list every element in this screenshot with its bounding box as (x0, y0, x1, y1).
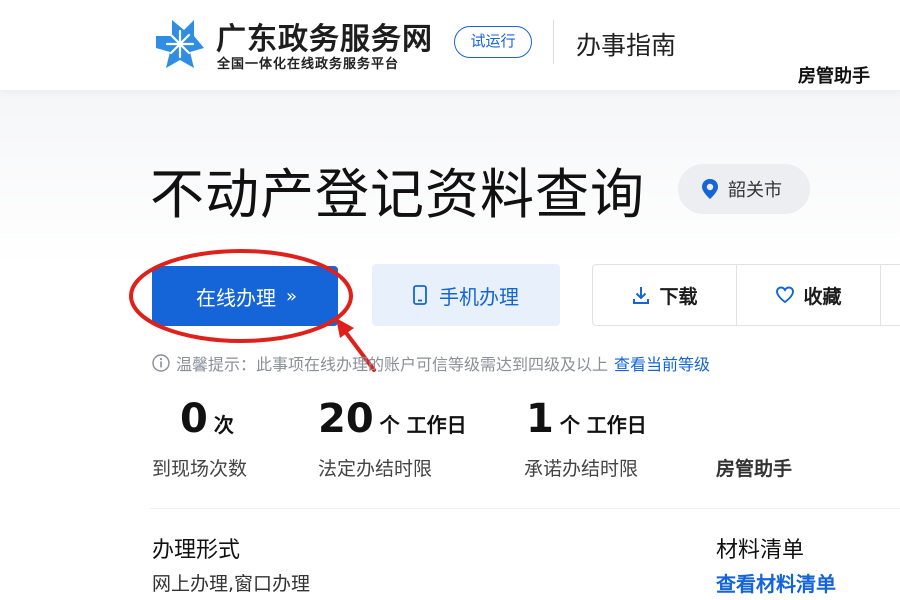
phone-icon (413, 285, 427, 305)
site-header: 广东政务服务网 全国一体化在线政务服务平台 试运行 办事指南 房管助手 (0, 0, 900, 90)
online-apply-button[interactable]: 在线办理 » (152, 266, 338, 326)
action-group: 下载 收藏 (592, 264, 900, 326)
download-button[interactable]: 下载 (593, 265, 737, 325)
favorite-button[interactable]: 收藏 (737, 265, 881, 325)
stat-unit: 个 工作日 (379, 413, 467, 437)
tip-row: 温馨提示：此事项在线办理的账户可信等级需达到四级及以上 查看当前等级 (152, 351, 710, 375)
header-divider (553, 20, 554, 64)
mobile-apply-button[interactable]: 手机办理 (372, 264, 560, 326)
materials-title: 材料清单 (716, 538, 805, 563)
stat-unit: 个 工作日 (559, 413, 647, 437)
stat-label: 到现场次数 (152, 458, 248, 480)
watermark: 房管助手 (716, 458, 793, 480)
favorite-label: 收藏 (803, 285, 842, 308)
city-label: 韶关市 (728, 180, 782, 201)
site-subtitle: 全国一体化在线政务服务平台 (217, 57, 400, 72)
stat-unit: 次 (213, 413, 234, 437)
info-icon (152, 354, 170, 372)
stat-value: 0 (180, 396, 208, 442)
location-selector[interactable]: 韶关市 (678, 164, 810, 214)
stat-value: 1 (526, 396, 554, 442)
handling-form-value: 网上办理,窗口办理 (152, 573, 311, 595)
handling-form-title: 办理形式 (152, 538, 241, 563)
location-pin-icon (702, 179, 718, 199)
heart-icon (776, 286, 795, 304)
mobile-apply-label: 手机办理 (439, 284, 519, 309)
nav-guide[interactable]: 办事指南 (576, 26, 676, 62)
view-materials-link[interactable]: 查看材料清单 (716, 568, 836, 597)
stat-label: 法定办结时限 (318, 458, 433, 480)
stat-value: 20 (318, 396, 374, 442)
download-icon (633, 287, 650, 304)
watermark: 房管助手 (798, 66, 870, 87)
stat-promised-time: 1个 工作日 (526, 396, 647, 442)
tip-text: 温馨提示：此事项在线办理的账户可信等级需达到四级及以上 (176, 355, 609, 374)
stat-label: 承诺办结时限 (524, 458, 639, 480)
stat-visits: 0次 (180, 396, 234, 442)
section-divider (150, 508, 900, 509)
download-label: 下载 (659, 285, 698, 308)
site-title[interactable]: 广东政务服务网 (216, 14, 433, 58)
view-level-link[interactable]: 查看当前等级 (614, 351, 710, 375)
logo-icon[interactable] (152, 16, 208, 72)
page-title: 不动产登记资料查询 (150, 163, 645, 226)
trial-badge: 试运行 (454, 26, 532, 58)
online-apply-label: 在线办理 (195, 285, 276, 310)
stat-legal-time: 20 个 工作日 (318, 396, 467, 442)
double-chevron-icon: » (285, 285, 297, 307)
